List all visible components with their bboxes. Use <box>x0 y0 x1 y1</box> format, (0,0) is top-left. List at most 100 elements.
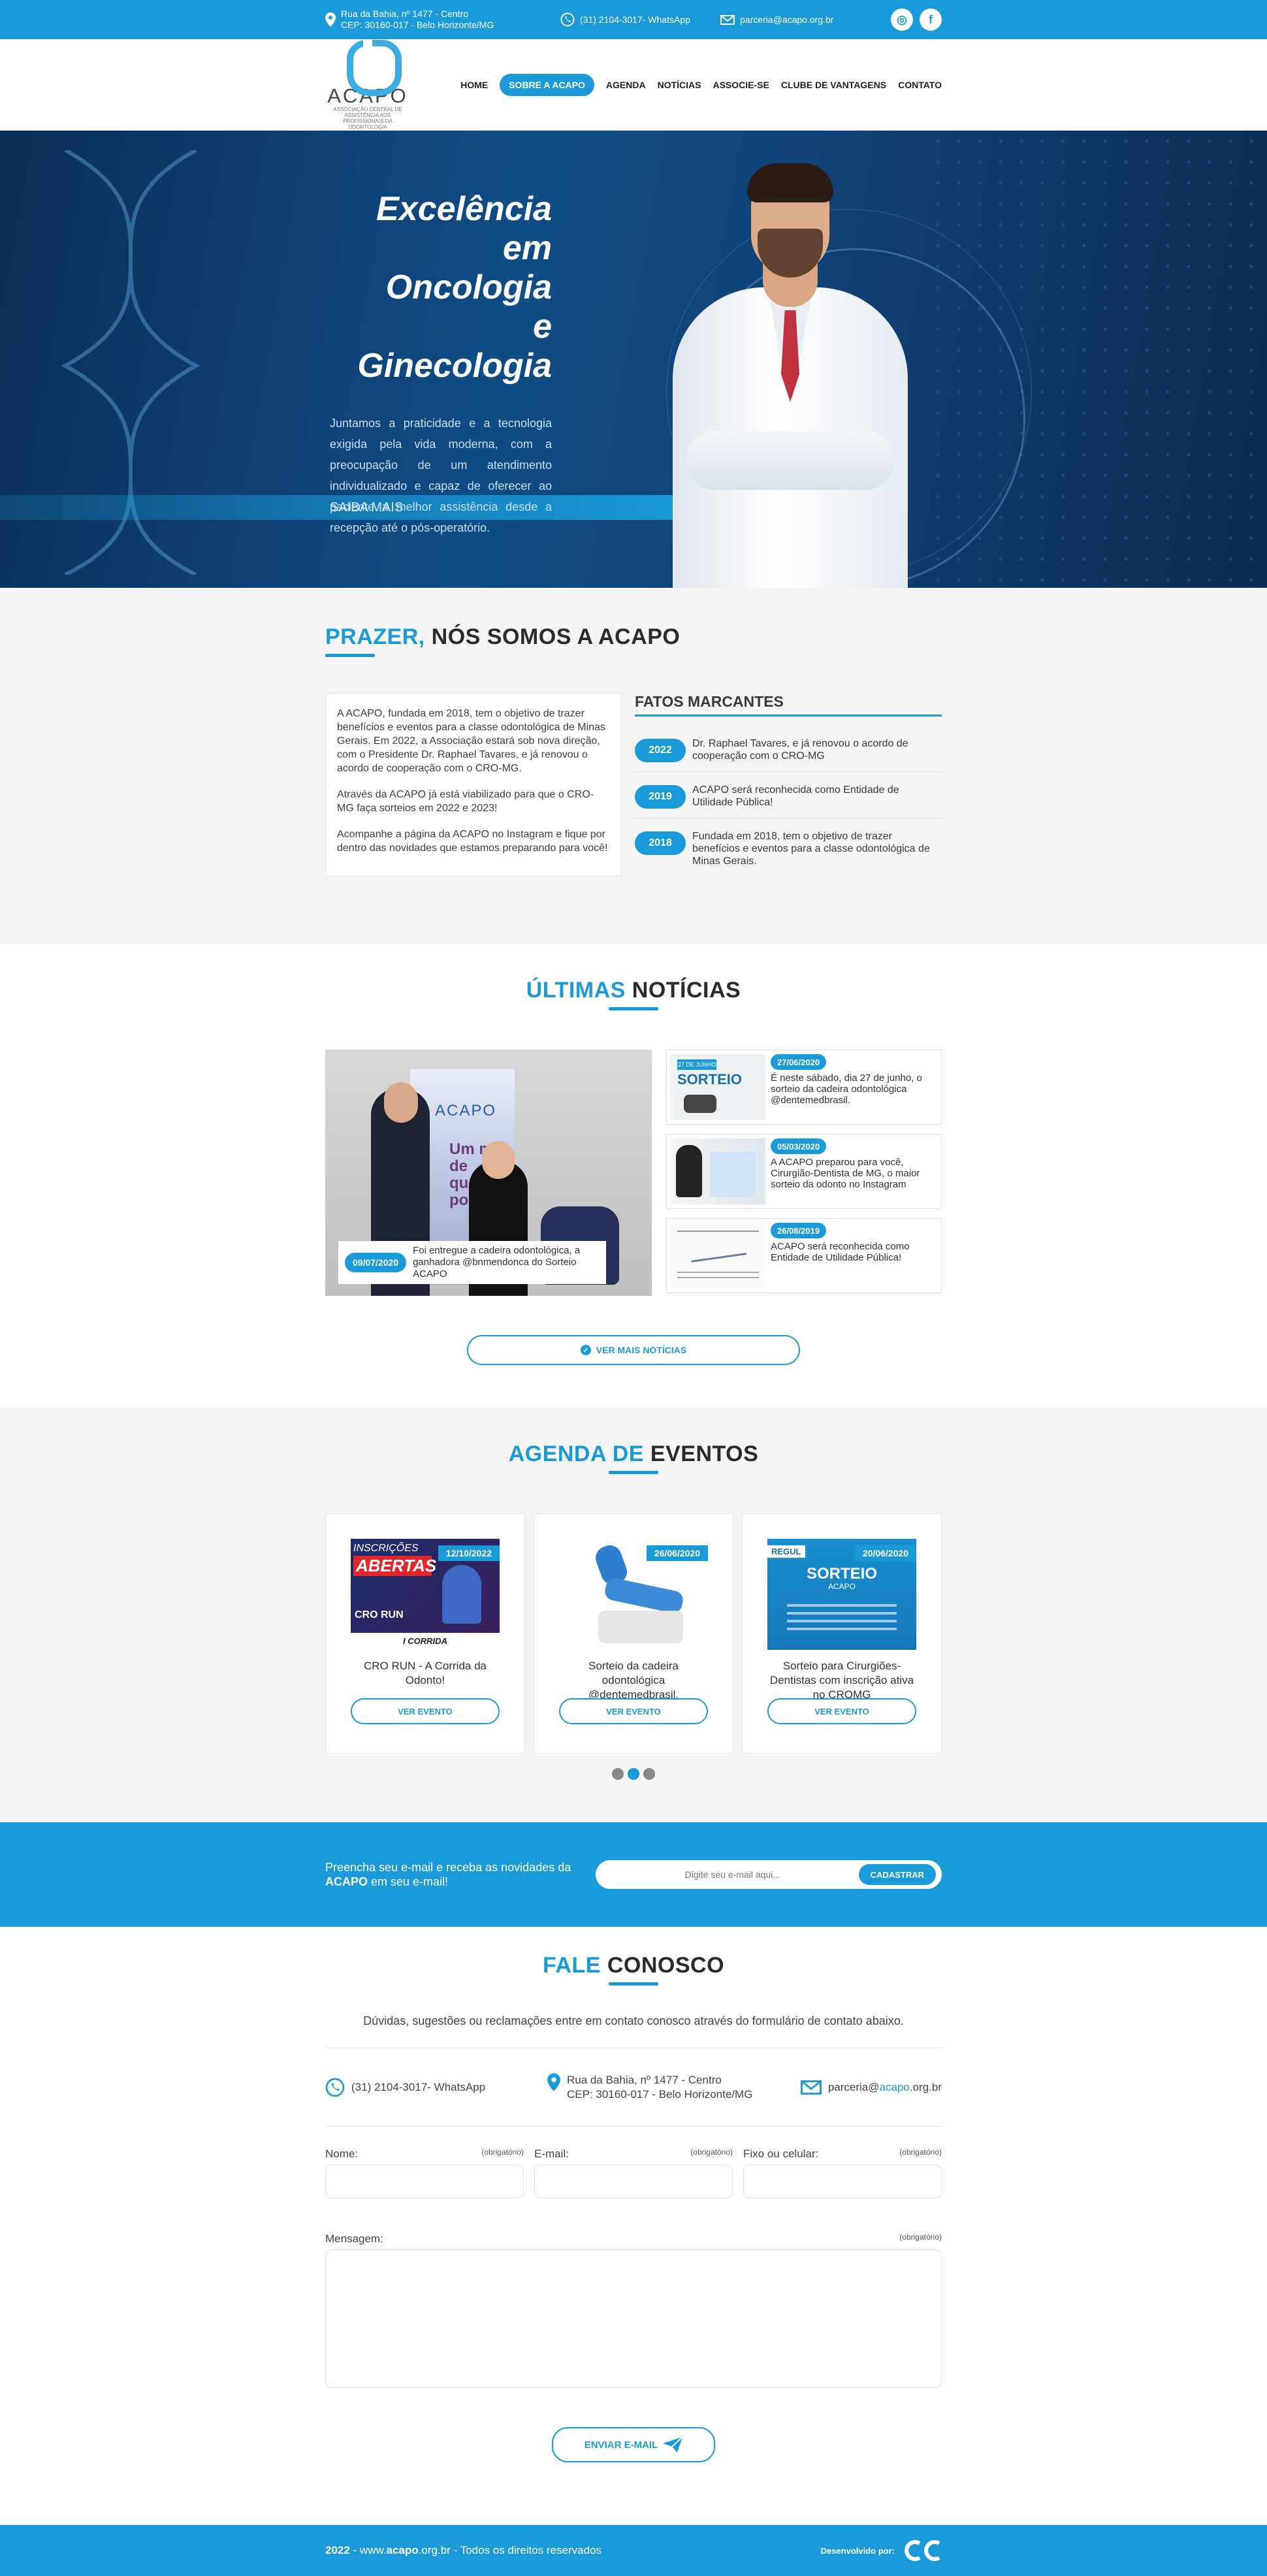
fato-year-badge: 2019 <box>635 785 686 809</box>
fato-text: ACAPO será reconhecida como Entidade de … <box>692 784 899 808</box>
nav-sobre[interactable]: SOBRE A ACAPO <box>500 74 594 96</box>
event-card: 26/06/2020 Sorteio da cadeira odontológi… <box>534 1513 733 1754</box>
news-section: ÚLTIMAS NOTÍCIAS 09/07/2020 Foi entregue… <box>0 944 1267 1408</box>
nav-home[interactable]: HOME <box>460 74 488 96</box>
hero-title-line3: e Ginecologia <box>357 308 552 385</box>
topbar-email[interactable]: parceria@acapo.org.br <box>720 14 874 25</box>
send-email-label: ENVIAR E-MAIL <box>584 2439 658 2451</box>
ver-mais-noticias-button[interactable]: ✓ VER MAIS NOTÍCIAS <box>467 1335 800 1365</box>
about-paragraph: Através da ACAPO já está viabilizado par… <box>337 789 594 814</box>
news-list: 27 DE JUNHO SORTEIO 27/06/2020 É neste sá… <box>666 1050 942 1296</box>
news-item-text: É neste sábado, dia 27 de junho, o sorte… <box>771 1072 922 1106</box>
nav-agenda[interactable]: AGENDA <box>606 74 646 96</box>
title-underline <box>608 1007 658 1010</box>
events-carousel: INSCRIÇÕES ABERTAS CRO RUN I CORRIDA 12/… <box>325 1513 942 1754</box>
news-featured-text: Foi entregue a cadeira odontológica, a g… <box>413 1245 581 1280</box>
ver-evento-button[interactable]: VER EVENTO <box>559 1698 708 1724</box>
news-item[interactable]: 27 DE JUNHO SORTEIO 27/06/2020 É neste sá… <box>666 1050 942 1125</box>
facebook-icon[interactable]: f <box>920 8 942 31</box>
required-label: (obrigatório) <box>690 2148 733 2157</box>
required-label: (obrigatório) <box>481 2148 524 2157</box>
envelope-icon <box>720 14 735 25</box>
news-featured[interactable]: 09/07/2020 Foi entregue a cadeira odonto… <box>325 1050 652 1296</box>
news-thumbnail <box>671 1223 765 1289</box>
contact-whatsapp-text: (31) 2104-3017- WhatsApp <box>351 2080 486 2093</box>
contact-title: FALE CONOSCO <box>542 1953 725 1978</box>
event-title: Sorteio para Cirurgiões-Dentistas com in… <box>769 1660 914 1701</box>
about-section: PRAZER, NÓS SOMOS A ACAPO A ACAPO, funda… <box>0 588 1267 944</box>
news-date-badge: 27/06/2020 <box>771 1054 827 1070</box>
nav-noticias[interactable]: NOTÍCIAS <box>658 74 701 96</box>
required-label: (obrigatório) <box>899 2232 942 2242</box>
about-title: PRAZER, NÓS SOMOS A ACAPO <box>325 624 681 649</box>
nav-clube[interactable]: CLUBE DE VANTAGENS <box>781 74 886 96</box>
event-card: REGUL SORTEIO ACAPO 20/06/2020 Sorteio p… <box>742 1513 942 1754</box>
logo[interactable]: ACAPO ASSOCIAÇÃO CENTRAL DE ASSISTÊNCIA … <box>325 40 410 130</box>
name-label: Nome: <box>325 2148 359 2160</box>
event-image[interactable]: INSCRIÇÕES ABERTAS CRO RUN I CORRIDA 12/… <box>351 1539 500 1650</box>
contact-form: Nome: (obrigatório) E-mail: (obrigatório) … <box>325 2148 942 2388</box>
cadastrar-button[interactable]: CADASTRAR <box>858 1864 936 1885</box>
news-item[interactable]: 05/03/2020 A ACAPO preparou para você, Ci… <box>666 1134 942 1209</box>
message-field[interactable] <box>325 2249 942 2388</box>
newsletter-form: CADASTRAR <box>596 1860 942 1889</box>
news-item[interactable]: 26/08/2019 ACAPO será reconhecida como En… <box>666 1218 942 1293</box>
contact-email[interactable]: parceria@acapo.org.br <box>800 2080 942 2095</box>
fatos-title: FATOS MARCANTES <box>635 693 784 710</box>
hero-banner: SAIBA MAIS Excelência em Oncologia e Gin… <box>0 131 1267 588</box>
email-field[interactable] <box>534 2165 733 2198</box>
fato-text: Dr. Raphael Tavares, e já renovou o acor… <box>692 738 908 762</box>
newsletter-section: Preencha seu e-mail e receba as novidade… <box>0 1822 1267 1927</box>
top-bar: Rua da Bahia, nº 1477 - Centro CEP: 30160… <box>0 0 1267 39</box>
event-date-badge: 26/06/2020 <box>646 1545 708 1561</box>
news-item-text: ACAPO será reconhecida como Entidade de … <box>771 1241 910 1263</box>
developer-credit[interactable]: Desenvolvido por: <box>821 2539 942 2562</box>
contact-info-row: (31) 2104-3017- WhatsApp Rua da Bahia, n… <box>325 2048 942 2127</box>
site-footer: 2022 - www.acapo.org.br - Todos os direi… <box>0 2525 1267 2576</box>
contact-address: Rua da Bahia, nº 1477 - Centro CEP: 30160… <box>547 2072 782 2102</box>
nav-associe[interactable]: ASSOCIE-SE <box>713 74 769 96</box>
fato-text: Fundada em 2018, tem o objetivo de traze… <box>692 831 930 867</box>
title-underline <box>325 654 375 657</box>
name-field[interactable] <box>325 2165 524 2198</box>
hero-title: Excelência em Oncologia e Ginecologia <box>330 189 552 385</box>
contact-whatsapp[interactable]: (31) 2104-3017- WhatsApp <box>325 2078 547 2097</box>
fato-item: 2019 ACAPO será reconhecida como Entidade… <box>635 772 942 818</box>
hero-title-line1: Excelência <box>376 190 552 228</box>
event-image[interactable]: 26/06/2020 <box>559 1539 708 1650</box>
carousel-dots <box>325 1768 942 1780</box>
contact-address-line2: CEP: 30160-017 - Belo Horizonte/MG <box>567 2087 753 2101</box>
tooth-logo-icon <box>344 40 402 96</box>
title-underline <box>609 1982 658 1986</box>
send-email-button[interactable]: ENVIAR E-MAIL <box>552 2427 715 2462</box>
about-paragraph: A ACAPO, fundada em 2018, tem o objetivo… <box>337 708 605 774</box>
nav-contato[interactable]: CONTATO <box>898 74 942 96</box>
event-image[interactable]: REGUL SORTEIO ACAPO 20/06/2020 <box>767 1539 916 1650</box>
newsletter-email-input[interactable] <box>607 1869 859 1880</box>
ver-evento-button[interactable]: VER EVENTO <box>351 1698 500 1724</box>
phone-field[interactable] <box>743 2165 942 2198</box>
email-label: E-mail: <box>534 2148 569 2160</box>
envelope-icon <box>800 2080 822 2095</box>
news-thumbnail: 27 DE JUNHO SORTEIO <box>671 1054 765 1120</box>
topbar-address: Rua da Bahia, nº 1477 - Centro CEP: 30160… <box>325 8 560 31</box>
hero-title-line2: em Oncologia <box>385 229 552 306</box>
event-date-badge: 20/06/2020 <box>854 1545 916 1561</box>
news-date-badge: 26/08/2019 <box>771 1223 827 1238</box>
doctor-photo <box>660 150 934 588</box>
instagram-icon[interactable]: ◎ <box>891 8 913 31</box>
hero-description: Juntamos a praticidade e a tecnologia ex… <box>330 417 552 534</box>
news-item-text: A ACAPO preparou para você, Cirurgião-De… <box>771 1157 920 1190</box>
ver-evento-button[interactable]: VER EVENTO <box>767 1698 916 1724</box>
contact-address-line1: Rua da Bahia, nº 1477 - Centro <box>567 2073 722 2086</box>
phone-label: Fixo ou celular: <box>743 2148 819 2160</box>
contact-intro: Dúvidas, sugestões ou reclamações entre … <box>363 2014 904 2027</box>
whatsapp-icon <box>325 2078 345 2097</box>
news-date-badge: 05/03/2020 <box>771 1138 827 1154</box>
topbar-whatsapp[interactable]: (31) 2104-3017- WhatsApp <box>560 12 720 27</box>
carousel-dot-active[interactable] <box>628 1768 639 1780</box>
event-title: CRO RUN - A Corrida da Odonto! <box>364 1660 487 1686</box>
newsletter-text: Preencha seu e-mail e receba as novidade… <box>325 1861 571 1888</box>
carousel-dot[interactable] <box>612 1768 624 1780</box>
carousel-dot[interactable] <box>643 1768 655 1780</box>
